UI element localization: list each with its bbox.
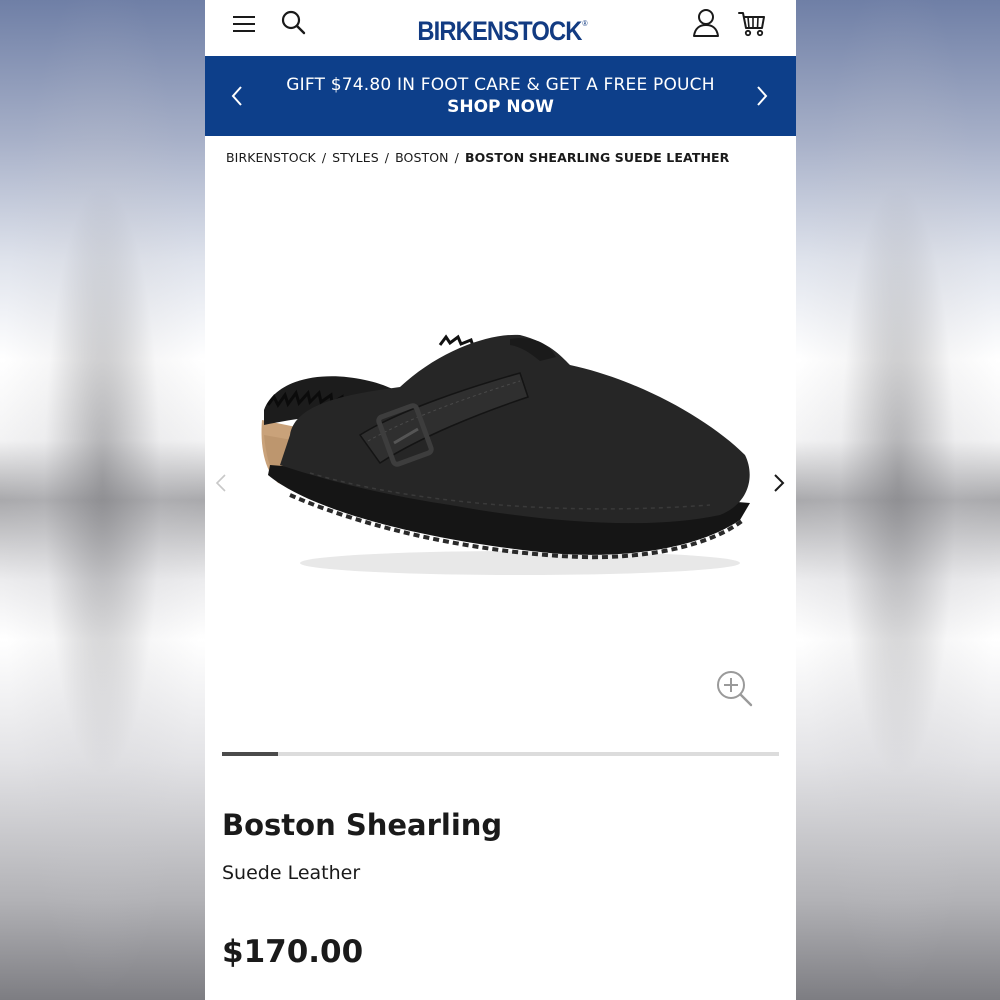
menu-button[interactable] <box>229 8 259 38</box>
chevron-right-icon <box>774 474 785 492</box>
site-header: BIRKENSTOCK® <box>205 0 796 56</box>
product-material: Suede Leather <box>222 862 361 884</box>
product-image <box>261 334 750 575</box>
product-gallery <box>205 175 796 735</box>
gallery-next-button[interactable] <box>769 471 789 495</box>
shopping-cart-icon <box>738 12 765 37</box>
breadcrumb-link-boston[interactable]: BOSTON <box>395 150 449 165</box>
breadcrumb-separator: / <box>454 150 459 165</box>
promo-banner: GIFT $74.80 IN FOOT CARE & GET A FREE PO… <box>205 56 796 136</box>
promo-prev-button[interactable] <box>223 82 251 110</box>
breadcrumb-separator: / <box>321 150 327 165</box>
breadcrumb: BIRKENSTOCK / STYLES / BOSTON / BOSTON SHEARLI… <box>226 150 729 165</box>
chevron-right-icon <box>757 86 768 106</box>
promo-text: GIFT $74.80 IN FOOT CARE & GET A FREE PO… <box>265 74 736 118</box>
cart-button[interactable] <box>736 6 768 40</box>
gallery-prev-button[interactable] <box>211 471 231 495</box>
breadcrumb-current: BOSTON SHEARLING SUEDE LEATHER <box>464 150 730 165</box>
breadcrumb-link-styles[interactable]: STYLES <box>332 150 379 165</box>
zoom-in-icon <box>717 671 753 707</box>
chevron-left-icon <box>215 474 226 492</box>
product-title: Boston Shearling <box>222 808 503 842</box>
background-left <box>0 0 205 1000</box>
search-button[interactable] <box>278 7 308 37</box>
zoom-button[interactable] <box>715 669 755 709</box>
promo-next-button[interactable] <box>748 82 776 110</box>
background-right <box>796 0 1000 1000</box>
mobile-page: BIRKENSTOCK® GIFT $74.80 IN FOOT CARE & … <box>205 0 796 1000</box>
account-button[interactable] <box>691 6 721 40</box>
search-icon <box>281 10 306 35</box>
brand-logo-text: BIRKENSTOCK <box>417 16 582 46</box>
gallery-progress-track <box>222 752 779 756</box>
breadcrumb-link-home[interactable]: BIRKENSTOCK <box>226 150 316 165</box>
hamburger-menu-icon <box>233 16 255 32</box>
registered-mark: ® <box>582 19 588 28</box>
product-price: $170.00 <box>222 934 364 970</box>
shop-now-link[interactable]: SHOP NOW <box>447 96 554 118</box>
brand-logo[interactable]: BIRKENSTOCK® <box>412 6 592 46</box>
gallery-progress-fill <box>222 752 278 756</box>
promo-message: GIFT $74.80 IN FOOT CARE & GET A FREE PO… <box>286 75 715 95</box>
user-account-icon <box>693 9 719 37</box>
breadcrumb-separator: / <box>384 150 390 165</box>
chevron-left-icon <box>231 86 242 106</box>
